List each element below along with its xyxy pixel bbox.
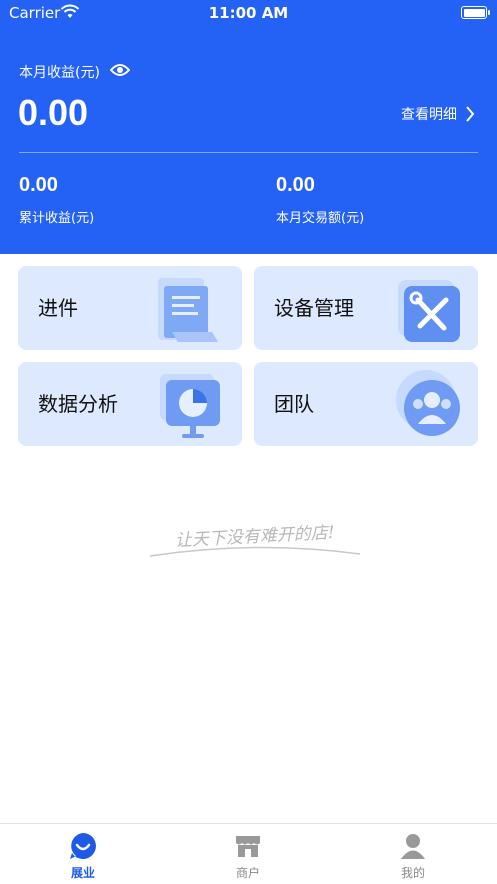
store-icon [236,836,260,857]
device-management-label: 设备管理 [274,296,354,320]
status-bar: Carrier 11:00 AM [0,0,497,26]
data-analysis-label: 数据分析 [38,392,118,416]
total-earnings-stat: 0.00 累计收益(元) [19,174,94,226]
incoming-card[interactable]: 进件 [18,266,242,350]
header-divider [19,152,478,153]
document-icon [158,278,218,342]
person-icon [401,834,425,859]
total-earnings-label: 累计收益(元) [19,211,95,226]
tab-home[interactable]: 展业 [23,832,143,881]
month-earnings-label: 本月收益(元) [19,65,100,81]
month-volume-stat: 0.00 本月交易额(元) [276,174,364,226]
team-label: 团队 [274,392,314,416]
eye-icon[interactable] [110,62,130,78]
team-card[interactable]: 团队 [254,362,478,446]
pie-chart-icon [160,374,220,438]
tab-merchants[interactable]: 商户 [188,832,308,881]
total-earnings-value: 0.00 [19,174,58,196]
slogan: 让天下没有难开的店! [149,523,361,557]
tab-mine[interactable]: 我的 [353,832,473,881]
tab-bar: 展业 商户 我的 [0,823,497,884]
view-details-link[interactable]: 查看明细 [401,104,475,124]
incoming-label: 进件 [38,296,78,320]
tools-icon [398,280,460,342]
chevron-right-icon [466,106,475,122]
month-volume-label: 本月交易额(元) [276,211,365,226]
month-earnings-amount: 0.00 [18,92,89,133]
month-volume-value: 0.00 [276,174,315,196]
tab-merchants-label: 商户 [235,866,260,880]
device-management-card[interactable]: 设备管理 [254,266,478,350]
tab-mine-label: 我的 [400,866,425,880]
view-details-label: 查看明细 [401,107,457,123]
data-analysis-card[interactable]: 数据分析 [18,362,242,446]
smile-icon [70,833,96,859]
users-icon [396,370,460,436]
tab-home-label: 展业 [70,866,95,880]
battery-icon [461,6,490,19]
clock: 11:00 AM [208,4,289,22]
earnings-header: Carrier 11:00 AM 本月收益(元) 0.00 查看明细 0.00 … [0,0,497,254]
